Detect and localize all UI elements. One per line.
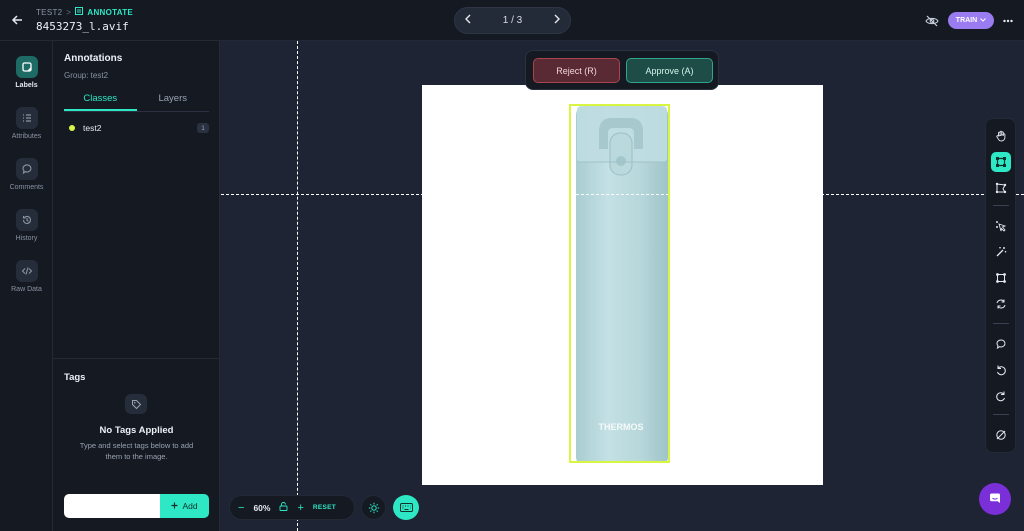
rail-item-raw-data[interactable]: Raw Data bbox=[0, 260, 53, 293]
comment-icon bbox=[15, 158, 38, 180]
annotation-canvas[interactable]: THERMOS Reject (R) Approve (A) − 60% + R… bbox=[221, 41, 1024, 531]
class-count-badge: 1 bbox=[197, 123, 209, 133]
tab-classes[interactable]: Classes bbox=[64, 93, 137, 111]
comment-tool-icon[interactable] bbox=[991, 334, 1011, 354]
review-actions: Reject (R) Approve (A) bbox=[525, 50, 719, 90]
tab-layers[interactable]: Layers bbox=[137, 93, 210, 111]
panel-title: Annotations bbox=[64, 53, 123, 64]
rail-label-attributes: Attributes bbox=[11, 133, 42, 140]
add-tag-label: Add bbox=[182, 501, 198, 511]
group-label: Group: test2 bbox=[64, 71, 109, 80]
chevron-down-icon bbox=[980, 17, 987, 24]
polygon-tool-icon[interactable] bbox=[991, 178, 1011, 198]
tags-title: Tags bbox=[64, 372, 86, 383]
breadcrumb-mode: ANNOTATE bbox=[87, 7, 134, 17]
annotations-panel: Annotations Group: test2 Classes Layers … bbox=[53, 41, 220, 531]
rail-label-raw-data: Raw Data bbox=[11, 286, 42, 293]
labels-icon bbox=[15, 56, 38, 78]
rail-label-labels: Labels bbox=[15, 82, 38, 89]
magic-wand-icon[interactable] bbox=[991, 242, 1011, 262]
plus-icon bbox=[171, 501, 178, 511]
support-chat-icon[interactable] bbox=[979, 483, 1011, 515]
rail-item-attributes[interactable]: Attributes bbox=[0, 107, 53, 140]
toolbar-divider bbox=[993, 323, 1009, 324]
panel-tabs: Classes Layers bbox=[64, 93, 209, 112]
crosshair-vertical bbox=[297, 41, 298, 531]
rail-label-history: History bbox=[15, 235, 38, 242]
zoom-lock-icon[interactable] bbox=[279, 502, 288, 513]
breadcrumb-project[interactable]: TEST2 bbox=[36, 8, 62, 17]
class-row[interactable]: test2 1 bbox=[64, 121, 209, 135]
list-icon bbox=[15, 107, 38, 129]
zoom-controls: − 60% + RESET bbox=[229, 495, 355, 520]
annotate-icon bbox=[75, 7, 84, 17]
keyboard-shortcuts-icon[interactable] bbox=[393, 495, 419, 520]
previous-image-button[interactable] bbox=[464, 14, 472, 27]
no-tags-title: No Tags Applied bbox=[99, 425, 174, 436]
class-color-dot bbox=[69, 125, 75, 131]
zoom-level: 60% bbox=[253, 502, 271, 513]
divider bbox=[53, 358, 220, 359]
left-rail: Labels Attributes Comments History Raw D… bbox=[0, 41, 53, 531]
code-icon bbox=[15, 260, 38, 282]
smart-select-icon[interactable] bbox=[991, 216, 1011, 236]
top-bar: TEST2 > ANNOTATE 8453273_l.avif 1 / 3 TR… bbox=[0, 0, 1024, 41]
history-icon bbox=[15, 209, 38, 231]
zoom-in-button[interactable]: + bbox=[297, 502, 303, 514]
add-tag-button[interactable]: Add bbox=[160, 494, 209, 518]
pager-position: 1 / 3 bbox=[502, 15, 523, 26]
train-mode-dropdown[interactable]: TRAIN bbox=[948, 12, 994, 29]
rail-item-history[interactable]: History bbox=[0, 209, 53, 242]
pan-hand-icon[interactable] bbox=[991, 126, 1011, 146]
breadcrumb: TEST2 > ANNOTATE bbox=[36, 7, 133, 17]
sync-icon[interactable] bbox=[991, 294, 1011, 314]
toolbar-divider bbox=[993, 205, 1009, 206]
no-tags-help: Type and select tags below to add them t… bbox=[79, 441, 194, 461]
rail-label-comments: Comments bbox=[9, 184, 44, 191]
next-image-button[interactable] bbox=[553, 14, 561, 27]
reject-button[interactable]: Reject (R) bbox=[533, 58, 620, 83]
tag-input[interactable] bbox=[64, 494, 161, 518]
image-pager: 1 / 3 bbox=[454, 7, 571, 34]
keypoints-tool-icon[interactable] bbox=[991, 268, 1011, 288]
more-options-icon[interactable] bbox=[1003, 12, 1013, 26]
toolbar-divider bbox=[993, 414, 1009, 415]
null-annotation-icon[interactable] bbox=[991, 425, 1011, 445]
redo-icon[interactable] bbox=[991, 386, 1011, 406]
class-name: test2 bbox=[83, 123, 102, 133]
bounding-box[interactable] bbox=[569, 104, 670, 463]
brightness-icon[interactable] bbox=[361, 495, 386, 520]
tool-palette bbox=[985, 118, 1016, 453]
zoom-reset-button[interactable]: RESET bbox=[313, 504, 336, 511]
undo-icon[interactable] bbox=[991, 360, 1011, 380]
tag-icon bbox=[125, 394, 147, 414]
breadcrumb-separator: > bbox=[66, 7, 72, 17]
rail-item-labels[interactable]: Labels bbox=[0, 56, 53, 89]
hide-annotations-icon[interactable] bbox=[925, 14, 939, 27]
zoom-out-button[interactable]: − bbox=[238, 502, 244, 514]
approve-button[interactable]: Approve (A) bbox=[626, 58, 713, 83]
back-arrow-icon[interactable] bbox=[10, 13, 24, 27]
rail-item-comments[interactable]: Comments bbox=[0, 158, 53, 191]
train-label: TRAIN bbox=[955, 17, 978, 24]
bounding-box-tool-icon[interactable] bbox=[991, 152, 1011, 172]
file-name: 8453273_l.avif bbox=[36, 20, 129, 33]
